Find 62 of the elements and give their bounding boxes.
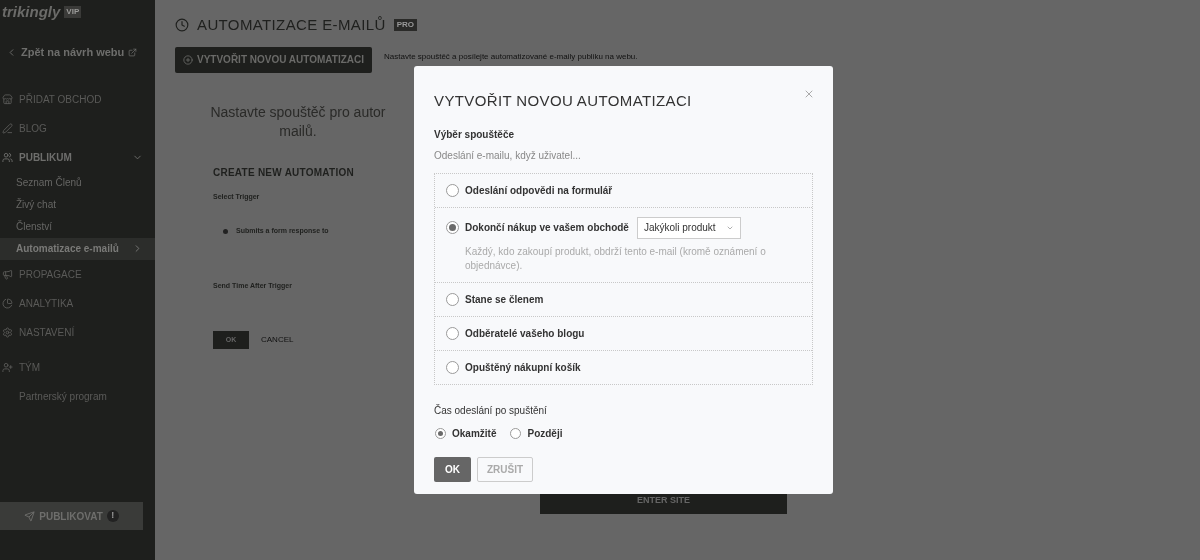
store-icon [2,93,13,105]
gear-icon [2,326,13,338]
external-icon [128,47,138,57]
pro-badge: PRO [393,19,417,32]
plan-badge: VIP [64,6,82,18]
people-icon [2,151,13,163]
option-label: Později [527,426,563,441]
trigger-option[interactable]: Stane se členem [435,281,812,316]
section-label: Výběr spouštěče [434,127,516,142]
back-link[interactable]: Zpět na návrh webu [6,44,155,61]
send-icon [24,510,36,522]
sidebar-item[interactable]: NASTAVENÍ [0,317,155,347]
option-label: Opuštěný nákupní košík [465,360,581,375]
close-icon[interactable] [803,88,815,100]
sidebar-subitem[interactable]: Živý chat [0,193,155,216]
pen-icon [2,122,13,134]
radio-button[interactable] [446,292,459,306]
sidebar-item[interactable]: PUBLIKUM [0,142,155,172]
radio-button[interactable] [435,427,446,439]
page-description: Nastavte spouštěč a posílejte automatizované e-maily publiku na webu. [384,50,638,63]
form-title: CREATE NEW AUTOMATION [213,165,355,180]
product-select[interactable]: Jakýkoli produkt [636,216,741,239]
cancel-button[interactable]: CANCEL [261,334,294,346]
cancel-button[interactable]: ZRUŠIT [477,456,533,482]
section-label: Čas odeslání po spuštění [434,403,548,418]
alert-badge: ! [106,510,119,522]
trigger-option[interactable]: Opuštěný nákupní košík [435,349,812,384]
option-label: Dokončí nákup ve vašem obchodě [465,221,629,235]
sidebar-subitem[interactable]: Členství [0,215,155,238]
sidebar-subitem[interactable]: Automatizace e-mailů [0,237,155,260]
sidebar-item[interactable]: BLOG [0,113,155,143]
radio-button[interactable] [446,221,459,234]
radio-button[interactable] [446,360,459,374]
intro-text: mailů. [279,121,317,141]
radio-button[interactable] [510,427,522,439]
option-label: Odběratelé vašeho blogu [465,326,585,341]
sidebar-subitem[interactable]: Seznam Členů [0,171,155,194]
sidebar-item[interactable]: PŘIDAT OBCHOD [0,84,155,114]
radio-button[interactable] [446,183,459,197]
trigger-option[interactable]: Odeslání odpovědi na formulář [435,173,812,207]
option-note: Každý, kdo zakoupí produkt, obdrží tento e-mail (kromě oznámení o objednávce). [465,244,767,273]
logo: trikingly [2,1,61,22]
megaphone-icon [2,268,13,280]
intro-text: Nastavte spouštěč pro autor [210,102,386,122]
ok-button[interactable]: OK [434,456,471,482]
clock-icon [175,18,189,33]
sidebar-item[interactable]: ANALYTIKA [0,288,155,318]
section-hint: Odeslání e-mailu, když uživatel... [434,148,582,163]
create-automation-button[interactable]: VYTVOŘIT NOVOU AUTOMATIZACI [175,46,373,73]
dialog-title: VYTVOŘIT NOVOU AUTOMATIZACI [434,91,692,111]
option-label: Okamžitě [452,426,497,441]
option-label: Odeslání odpovědi na formulář [465,183,613,198]
page-title: AUTOMATIZACE E-MAILŮ [197,15,386,35]
radio-button[interactable] [446,326,459,340]
trigger-option[interactable]: Odběratelé vašeho blogu [435,315,812,350]
trigger-option[interactable]: Dokončí nákup ve vašem obchodě Jakýkoli produkt Každý, kdo zakoupí produkt, obdrží tento e-mail (kromě oznámení o objednávce). [435,206,812,282]
sidebar-item[interactable]: Partnerský program [0,381,155,411]
sidebar-item[interactable]: PROPAGACE [0,259,155,289]
pie-chart-icon [2,297,13,309]
sidebar-item[interactable]: TÝM [0,352,155,382]
person-plus-icon [2,361,13,373]
option-label: Stane se členem [465,292,544,307]
